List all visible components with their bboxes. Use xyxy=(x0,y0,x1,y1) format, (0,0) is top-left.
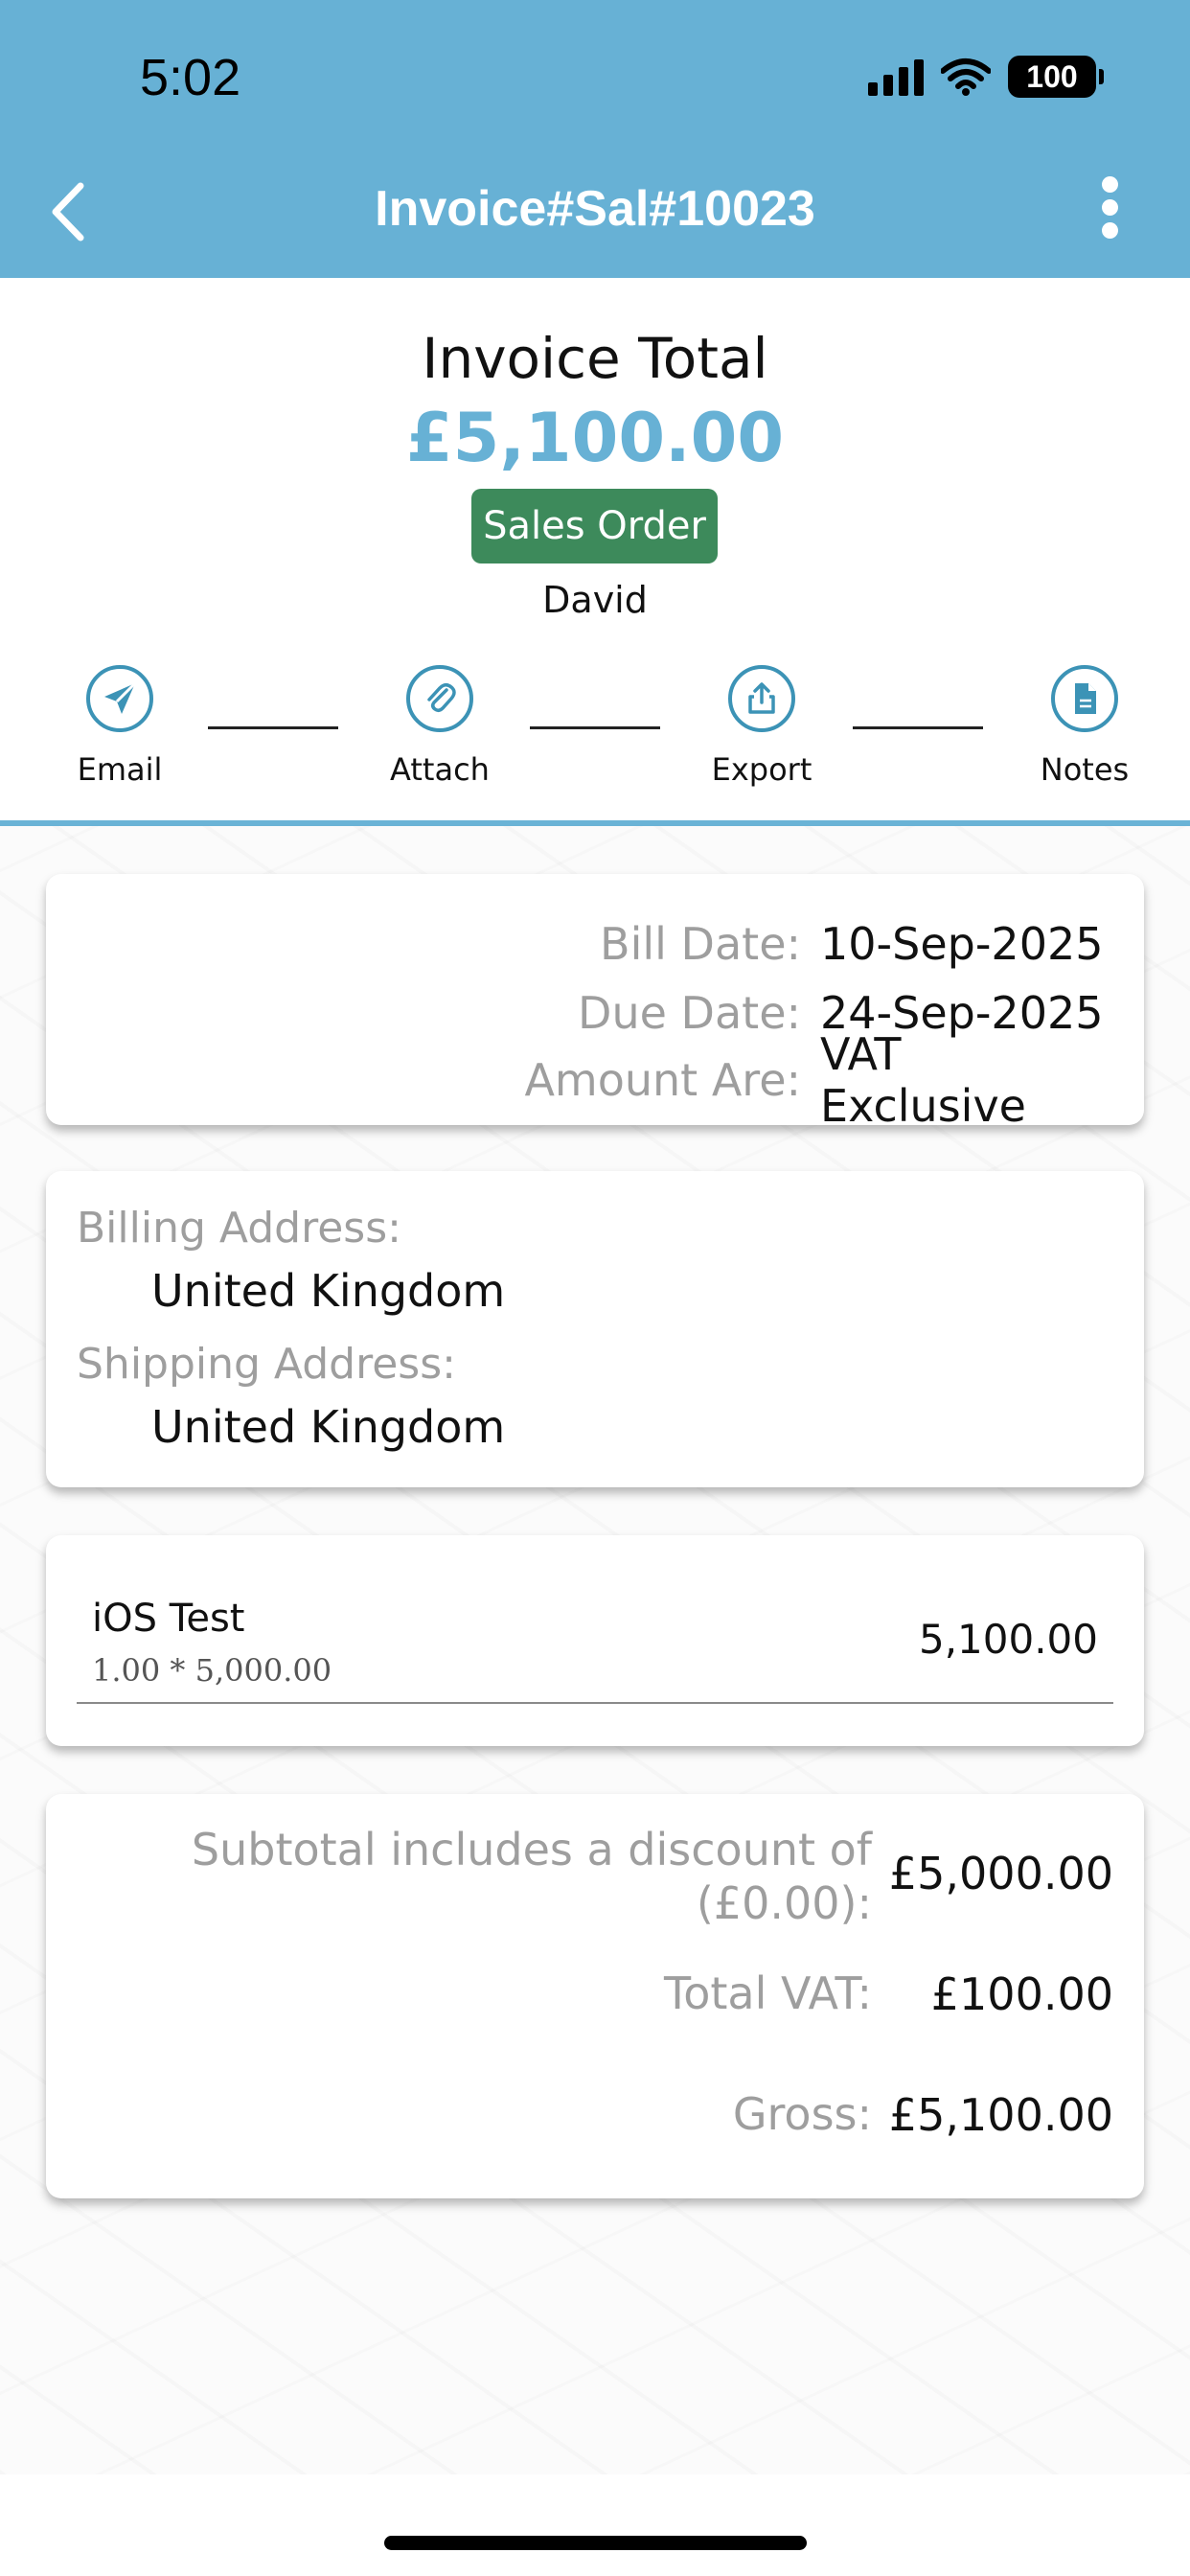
share-icon xyxy=(728,665,795,732)
export-label: Export xyxy=(711,751,812,788)
subtotal-label-line2: (£0.00): xyxy=(696,1877,872,1929)
invoice-total-label: Invoice Total xyxy=(422,326,768,391)
action-bar: Email Attach Export Notes xyxy=(0,663,1190,807)
gross-label: Gross: xyxy=(732,2088,872,2140)
export-button[interactable]: Export xyxy=(680,663,843,788)
header-bar: 5:02 100 Invoice#Sal#10023 xyxy=(0,0,1190,278)
amount-type-value: VAT Exclusive xyxy=(820,1028,1026,1132)
bill-date-row: Bill Date: 10-Sep-2025 xyxy=(600,910,1113,978)
action-divider xyxy=(530,726,660,729)
send-icon xyxy=(86,665,153,732)
attach-button[interactable]: Attach xyxy=(358,663,521,788)
action-divider xyxy=(208,726,338,729)
item-divider xyxy=(77,1702,1113,1704)
attach-label: Attach xyxy=(390,751,490,788)
more-options-icon[interactable] xyxy=(1092,176,1127,243)
notes-label: Notes xyxy=(1040,751,1130,788)
dates-card: Bill Date: 10-Sep-2025 Due Date: 24-Sep-… xyxy=(46,874,1144,1132)
email-label: Email xyxy=(77,751,163,788)
total-vat-value: £100.00 xyxy=(930,1968,1113,2020)
totals-card: Subtotal includes a discount of (£0.00):… xyxy=(46,1794,1144,2198)
amount-type-label: Amount Are: xyxy=(524,1054,801,1106)
paperclip-icon xyxy=(406,665,473,732)
status-badge: Sales Order xyxy=(471,489,718,564)
status-icons: 100 xyxy=(868,56,1104,98)
amount-type-row: Amount Are: VAT Exclusive xyxy=(524,1028,1113,1132)
item-amount: 5,100.00 xyxy=(918,1616,1098,1663)
subtotal-value: £5,000.00 xyxy=(888,1848,1113,1899)
item-quantity-price: 1.00 * 5,000.00 xyxy=(92,1652,332,1689)
bill-date-value: 10-Sep-2025 xyxy=(820,918,1104,970)
line-items-card: iOS Test 1.00 * 5,000.00 5,100.00 xyxy=(46,1535,1144,1746)
document-icon xyxy=(1051,665,1118,732)
address-card: Billing Address: United Kingdom Shipping… xyxy=(46,1171,1144,1487)
email-button[interactable]: Email xyxy=(38,663,201,788)
subtotal-label-line1: Subtotal includes a discount of xyxy=(191,1824,872,1875)
notes-button[interactable]: Notes xyxy=(1003,663,1166,788)
customer-name: David xyxy=(542,579,648,621)
wifi-icon xyxy=(941,58,991,96)
action-divider xyxy=(853,726,983,729)
page-title: Invoice#Sal#10023 xyxy=(375,181,815,237)
status-time: 5:02 xyxy=(140,49,241,106)
total-vat-label: Total VAT: xyxy=(663,1967,872,2019)
battery-icon: 100 xyxy=(1008,56,1104,98)
item-name: iOS Test xyxy=(92,1597,245,1641)
invoice-total-amount: £5,100.00 xyxy=(405,399,785,477)
due-date-label: Due Date: xyxy=(578,987,801,1039)
shipping-address-value: United Kingdom xyxy=(151,1401,506,1453)
billing-address-label: Billing Address: xyxy=(77,1204,401,1253)
billing-address-value: United Kingdom xyxy=(151,1265,506,1317)
cellular-signal-icon xyxy=(868,58,924,96)
shipping-address-label: Shipping Address: xyxy=(77,1340,456,1389)
gross-value: £5,100.00 xyxy=(888,2089,1113,2141)
home-indicator[interactable] xyxy=(384,2536,807,2550)
subtotal-label: Subtotal includes a discount of (£0.00): xyxy=(192,1823,872,1930)
bill-date-label: Bill Date: xyxy=(600,918,801,970)
